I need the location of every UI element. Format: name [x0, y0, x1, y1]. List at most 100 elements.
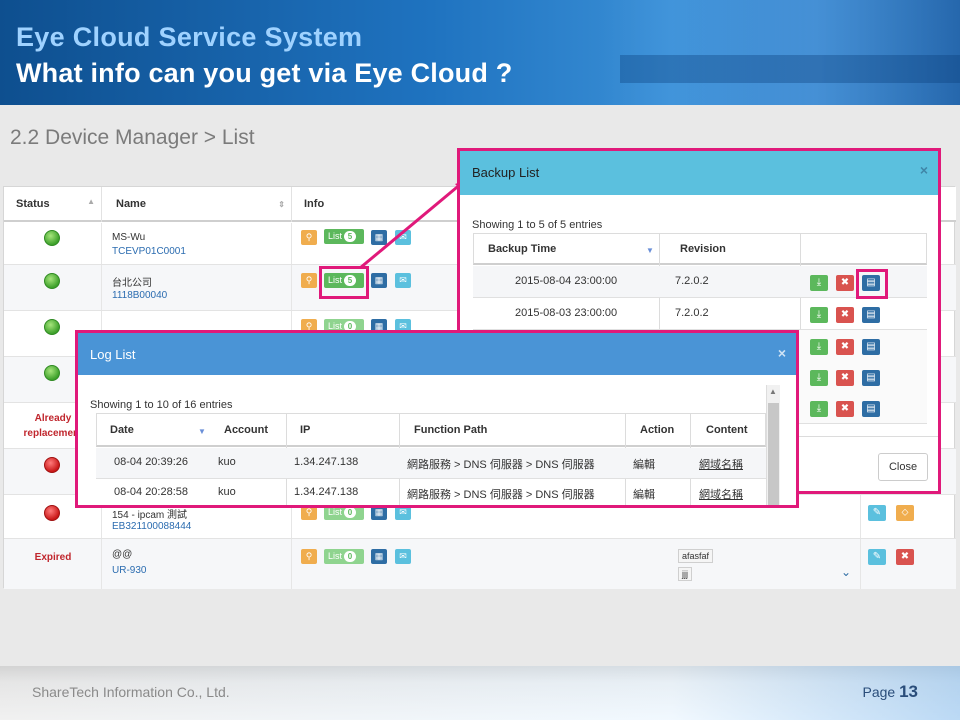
- search-icon[interactable]: ⚲: [301, 230, 317, 245]
- company-name: ShareTech Information Co., Ltd.: [32, 684, 230, 700]
- device-id[interactable]: EB321100088444: [112, 521, 191, 532]
- chevron-down-icon[interactable]: ⌄: [841, 565, 851, 579]
- online-status-icon: [44, 273, 60, 289]
- close-icon[interactable]: ×: [920, 162, 928, 178]
- scrollbar-thumb[interactable]: [768, 403, 779, 505]
- column-function-path[interactable]: Function Path: [414, 424, 487, 436]
- mail-icon[interactable]: ✉: [395, 273, 411, 288]
- online-status-icon: [44, 365, 60, 381]
- download-icon[interactable]: ⤓: [810, 275, 828, 291]
- log-modal-title: Log List: [90, 347, 136, 362]
- offline-status-icon: [44, 505, 60, 521]
- delete-icon[interactable]: ✖: [836, 307, 854, 323]
- column-info[interactable]: Info: [292, 187, 462, 222]
- list-button[interactable]: List 0: [324, 549, 364, 564]
- sort-desc-icon[interactable]: ▼: [198, 427, 206, 436]
- device-name: 台北公司: [112, 278, 152, 289]
- column-status[interactable]: Status ▲: [4, 187, 102, 222]
- calendar-icon[interactable]: ▦: [371, 230, 387, 245]
- title-banner: Eye Cloud Service System What info can y…: [0, 0, 960, 105]
- log-ip: 1.34.247.138: [294, 456, 359, 468]
- log-entries-info: Showing 1 to 10 of 16 entries: [90, 399, 233, 411]
- download-icon[interactable]: ⤓: [810, 401, 828, 417]
- device-name: MS-Wu: [112, 232, 146, 243]
- column-ip[interactable]: IP: [300, 424, 310, 436]
- log-content-link[interactable]: 網域名稱: [699, 486, 743, 502]
- slide-question: What info can you get via Eye Cloud ?: [16, 58, 513, 88]
- log-button-highlight: [856, 269, 888, 299]
- log-ip: 1.34.247.138: [294, 486, 359, 498]
- tag-chip[interactable]: jjj: [678, 567, 692, 581]
- list-button-highlight: [319, 266, 369, 299]
- delete-icon[interactable]: ✖: [896, 549, 914, 565]
- backup-modal-title: Backup List: [472, 165, 540, 180]
- download-icon[interactable]: ⤓: [810, 339, 828, 355]
- table-row: Expired @@ UR-930 ⚲ List 0 ▦ ✉ afasfaf jj…: [4, 539, 956, 589]
- log-date: 08-04 20:39:26: [114, 456, 189, 468]
- backup-modal-header: Backup List ×: [460, 151, 938, 195]
- close-button[interactable]: Close: [878, 453, 928, 481]
- download-icon[interactable]: ⤓: [810, 307, 828, 323]
- column-name[interactable]: Name ⇕: [102, 187, 292, 222]
- backup-time: 2015-08-04 23:00:00: [515, 275, 618, 287]
- document-icon[interactable]: ▤: [862, 401, 880, 417]
- device-id[interactable]: TCEVP01C0001: [112, 246, 186, 257]
- delete-icon[interactable]: ✖: [836, 339, 854, 355]
- banner-glow: [600, 0, 960, 105]
- mail-icon[interactable]: ✉: [395, 549, 411, 564]
- slide-title: Eye Cloud Service System: [16, 22, 363, 52]
- log-modal-header: Log List ×: [78, 333, 796, 375]
- backup-entries-info: Showing 1 to 5 of 5 entries: [472, 219, 603, 231]
- backup-revision: 7.2.0.2: [675, 307, 709, 319]
- device-name: @@: [112, 549, 133, 560]
- page-number: Page 13: [862, 682, 918, 701]
- backup-revision: 7.2.0.2: [675, 275, 709, 287]
- calendar-icon[interactable]: ▦: [371, 273, 387, 288]
- scrollbar[interactable]: ▲: [766, 385, 780, 505]
- column-account[interactable]: Account: [224, 424, 268, 436]
- document-icon[interactable]: ▤: [862, 370, 880, 386]
- delete-icon[interactable]: ✖: [836, 401, 854, 417]
- log-function-path: 網路服務 > DNS 伺服器 > DNS 伺服器: [407, 489, 595, 501]
- log-account: kuo: [218, 456, 236, 468]
- offline-status-icon: [44, 457, 60, 473]
- log-action: 編輯: [633, 459, 655, 471]
- search-icon[interactable]: ⚲: [301, 273, 317, 288]
- section-subtitle: 2.2 Device Manager > List: [10, 126, 255, 149]
- close-icon[interactable]: ×: [778, 345, 786, 361]
- backup-time: 2015-08-03 23:00:00: [515, 307, 618, 319]
- edit-icon[interactable]: ✎: [868, 505, 886, 521]
- sort-desc-icon[interactable]: ▼: [646, 246, 654, 255]
- mail-icon[interactable]: ✉: [395, 230, 411, 245]
- column-action[interactable]: Action: [640, 424, 674, 436]
- scroll-up-icon[interactable]: ▲: [769, 387, 777, 396]
- log-action: 編輯: [633, 489, 655, 501]
- device-id[interactable]: UR-930: [112, 565, 146, 576]
- column-date[interactable]: Date: [110, 424, 134, 436]
- delete-icon[interactable]: ✖: [836, 370, 854, 386]
- column-revision[interactable]: Revision: [680, 243, 726, 255]
- list-button[interactable]: List 5: [324, 229, 364, 244]
- device-name: 154 - ipcam 測試: [112, 510, 188, 521]
- log-account: kuo: [218, 486, 236, 498]
- device-id[interactable]: 1118B00040: [112, 290, 167, 301]
- log-content-link[interactable]: 網域名稱: [699, 456, 743, 472]
- column-backup-time[interactable]: Backup Time: [488, 243, 556, 255]
- footer: ShareTech Information Co., Ltd. Page 13: [0, 666, 960, 720]
- banner-bar: [620, 55, 960, 83]
- document-icon[interactable]: ▤: [862, 339, 880, 355]
- status-text: Expired: [34, 552, 72, 563]
- edit-icon[interactable]: ✎: [868, 549, 886, 565]
- log-list-modal: Log List × Showing 1 to 10 of 16 entries…: [75, 330, 799, 508]
- column-content[interactable]: Content: [706, 424, 748, 436]
- log-function-path: 網路服務 > DNS 伺服器 > DNS 伺服器: [407, 459, 595, 471]
- tag-chip[interactable]: afasfaf: [678, 549, 714, 563]
- document-icon[interactable]: ▤: [862, 307, 880, 323]
- download-icon[interactable]: ⤓: [810, 370, 828, 386]
- delete-icon[interactable]: ✖: [836, 275, 854, 291]
- log-date: 08-04 20:28:58: [114, 486, 189, 498]
- calendar-icon[interactable]: ▦: [371, 549, 387, 564]
- search-icon[interactable]: ⚲: [301, 549, 317, 564]
- tag-icon[interactable]: ⬦: [896, 505, 914, 521]
- online-status-icon: [44, 319, 60, 335]
